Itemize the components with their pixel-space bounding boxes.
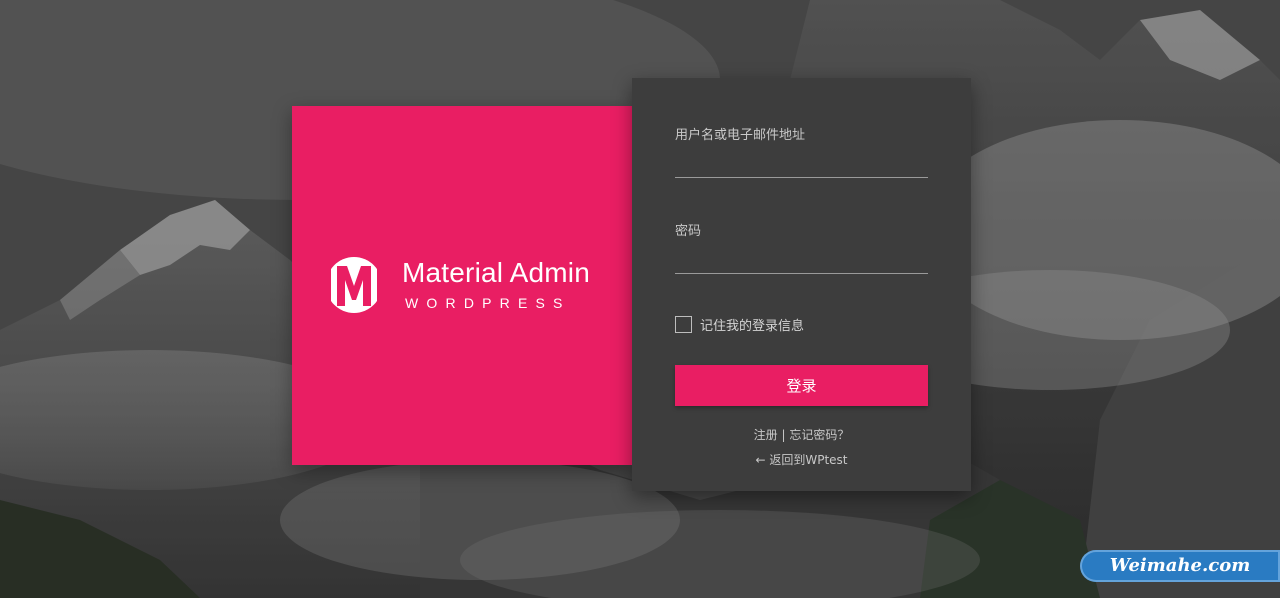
- login-button[interactable]: 登录: [675, 365, 928, 406]
- remember-me-checkbox[interactable]: [675, 316, 692, 333]
- back-to-site-link[interactable]: ← 返回到WPtest: [632, 451, 971, 468]
- username-input[interactable]: [675, 151, 928, 178]
- login-form: 用户名或电子邮件地址 密码 记住我的登录信息 登录 注册 | 忘记密码？ ← 返…: [632, 78, 971, 491]
- password-input[interactable]: [675, 247, 928, 274]
- material-admin-logo-icon: [325, 256, 383, 314]
- register-link[interactable]: 注册: [754, 428, 778, 442]
- remember-me-row[interactable]: 记住我的登录信息: [675, 315, 804, 334]
- watermark-text: Weimahe.com: [1109, 555, 1251, 576]
- forgot-password-link[interactable]: 忘记密码？: [789, 428, 849, 442]
- remember-me-label[interactable]: 记住我的登录信息: [700, 315, 804, 334]
- account-links: 注册 | 忘记密码？: [632, 426, 971, 443]
- brand-panel: Material Admin WORDPRESS: [292, 106, 632, 465]
- link-separator: |: [777, 428, 790, 442]
- login-screen: Material Admin WORDPRESS 用户名或电子邮件地址 密码 记…: [0, 0, 1280, 598]
- password-label: 密码: [675, 224, 702, 239]
- watermark-badge: Weimahe.com: [1080, 550, 1280, 582]
- brand-title: Material Admin: [402, 257, 590, 288]
- brand-subtitle: WORDPRESS: [405, 295, 571, 311]
- username-label: 用户名或电子邮件地址: [675, 128, 806, 143]
